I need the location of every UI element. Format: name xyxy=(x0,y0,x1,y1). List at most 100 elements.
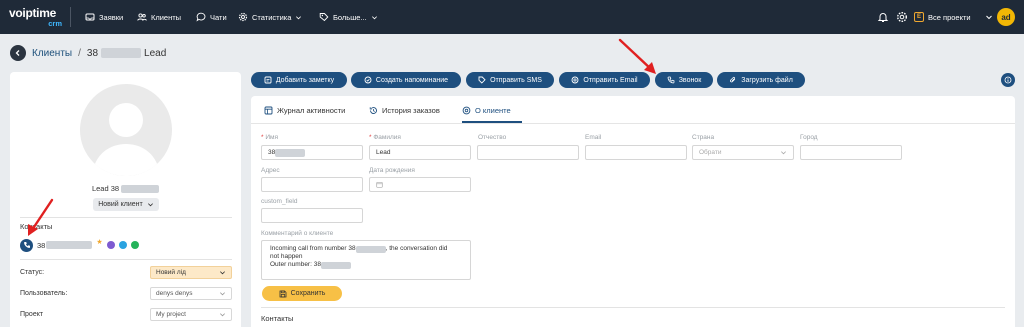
first-name-input[interactable]: 38 xyxy=(261,145,363,160)
at-icon xyxy=(462,106,471,114)
user-avatar[interactable]: ad xyxy=(997,8,1015,26)
redacted-number xyxy=(121,184,160,193)
custom-field-input[interactable] xyxy=(261,208,363,223)
floppy-disk-icon xyxy=(279,290,286,297)
user-select-value: denys denys xyxy=(156,289,193,297)
status-field: Статус: Новий лід xyxy=(20,265,232,279)
client-name-prefix: Lead 38 xyxy=(91,184,120,193)
status-select-value: Новий лід xyxy=(156,268,186,276)
chevron-down-icon xyxy=(781,151,786,155)
redacted-number xyxy=(46,241,93,249)
nav-chats[interactable]: Чати xyxy=(196,10,227,24)
viber-icon[interactable] xyxy=(106,241,115,249)
tabs-divider xyxy=(251,123,1015,124)
middle-name-label: Отчество xyxy=(478,134,507,141)
comment-textarea[interactable]: Incoming call from number 38 , the conve… xyxy=(261,240,471,280)
save-button[interactable]: Сохранить xyxy=(262,286,342,301)
chevron-down-icon xyxy=(220,291,225,295)
phone-icon xyxy=(667,76,675,84)
breadcrumb-current-prefix: 38 xyxy=(86,47,99,59)
phone-contact-row: 38 ★ xyxy=(20,238,139,252)
first-name-value: 38 xyxy=(268,149,276,156)
add-note-button[interactable]: Добавить заметку xyxy=(251,72,347,88)
tab-activity-log[interactable]: Журнал активности xyxy=(264,104,345,116)
project-field: Проект My project xyxy=(20,307,232,321)
chevron-left-icon xyxy=(15,50,20,56)
note-icon xyxy=(264,76,272,84)
client-name: Lead 38 xyxy=(10,184,241,193)
nav-clients[interactable]: Клиенты xyxy=(137,10,181,24)
breadcrumb-current: 38 Lead xyxy=(87,48,166,59)
tab-about-client[interactable]: О клиенте xyxy=(462,104,511,116)
status-select[interactable]: Новий лід xyxy=(150,265,232,279)
user-field: Пользователь: denys denys xyxy=(20,286,232,300)
birthdate-input[interactable] xyxy=(369,177,471,192)
logo[interactable]: voiptime crm xyxy=(9,6,64,28)
nav-requests[interactable]: Заявки xyxy=(85,10,123,24)
address-label: Адрес xyxy=(261,167,280,174)
user-select[interactable]: denys denys xyxy=(150,286,232,300)
send-email-label: Отправить Email xyxy=(583,76,638,84)
call-button[interactable] xyxy=(20,238,33,252)
top-navbar: voiptime crm Заявки Клиенты Чати Статист… xyxy=(0,0,1024,34)
nav-statistics-label: Статистика xyxy=(252,12,292,22)
project-select[interactable]: My project xyxy=(150,307,232,321)
call-action-button[interactable]: Звонок xyxy=(655,72,713,88)
project-field-label: Проект xyxy=(20,310,44,318)
contacts-heading: Контакты xyxy=(20,222,53,231)
city-input[interactable] xyxy=(800,145,902,160)
tab-order-history[interactable]: История заказов xyxy=(369,104,440,116)
whatsapp-icon[interactable] xyxy=(130,241,139,249)
clock-check-icon xyxy=(364,76,372,84)
breadcrumb-clients-link[interactable]: Клиенты xyxy=(32,48,72,59)
upload-file-button[interactable]: Загрузить файл xyxy=(717,72,805,88)
logo-sub: crm xyxy=(48,19,62,28)
history-icon xyxy=(369,106,377,114)
email-input[interactable] xyxy=(585,145,687,160)
divider xyxy=(261,307,1005,308)
city-label: Город xyxy=(800,134,818,141)
info-button[interactable] xyxy=(1001,73,1015,87)
client-status-dropdown[interactable]: Новий клиент xyxy=(93,198,159,211)
tag-icon xyxy=(478,76,486,84)
telegram-icon[interactable] xyxy=(118,241,127,249)
email-label: Email xyxy=(585,134,602,141)
client-profile-card: Lead 38 Новий клиент Контакты 38 ★ Стату… xyxy=(10,72,241,327)
address-input[interactable] xyxy=(261,177,363,192)
phone-prefix: 38 xyxy=(37,240,46,250)
comment-line-2: not happen xyxy=(270,253,303,260)
projects-selector[interactable]: E Все проекти xyxy=(914,10,993,24)
divider xyxy=(20,259,232,260)
user-silhouette-icon xyxy=(92,103,160,176)
breadcrumb-separator: / xyxy=(78,47,81,59)
send-email-button[interactable]: Отправить Email xyxy=(559,72,650,88)
first-name-label: * Имя xyxy=(261,134,279,141)
nav-requests-label: Заявки xyxy=(99,12,124,22)
nav-statistics[interactable]: Статистика xyxy=(238,10,302,24)
calendar-list-icon xyxy=(264,106,273,114)
back-button[interactable] xyxy=(10,45,26,61)
comment-line-3: Outer number: 38 xyxy=(270,261,462,269)
nav-more[interactable]: Больше... xyxy=(319,10,378,24)
custom-field-label: custom_field xyxy=(261,198,298,205)
nav-chats-label: Чати xyxy=(210,12,227,22)
at-icon xyxy=(571,76,579,84)
middle-name-input[interactable] xyxy=(477,145,579,160)
bell-icon[interactable] xyxy=(877,11,889,23)
phone-icon xyxy=(23,242,30,248)
chevron-down-icon xyxy=(296,15,302,19)
inbox-icon xyxy=(85,13,95,21)
call-action-label: Звонок xyxy=(678,76,702,84)
country-label: Страна xyxy=(692,134,715,141)
send-sms-label: Отправить SMS xyxy=(490,76,542,84)
create-reminder-button[interactable]: Создать напоминание xyxy=(351,72,461,88)
chevron-down-icon xyxy=(371,15,377,19)
country-select[interactable]: Обрати xyxy=(692,145,794,160)
navbar-divider xyxy=(70,7,71,27)
last-name-input[interactable]: Lead xyxy=(369,145,471,160)
projects-label: Все проекти xyxy=(928,12,971,22)
comment-label: Комментарий о клиенте xyxy=(261,230,334,237)
chevron-down-icon xyxy=(220,270,225,274)
settings-icon[interactable] xyxy=(896,11,908,23)
send-sms-button[interactable]: Отправить SMS xyxy=(466,72,554,88)
